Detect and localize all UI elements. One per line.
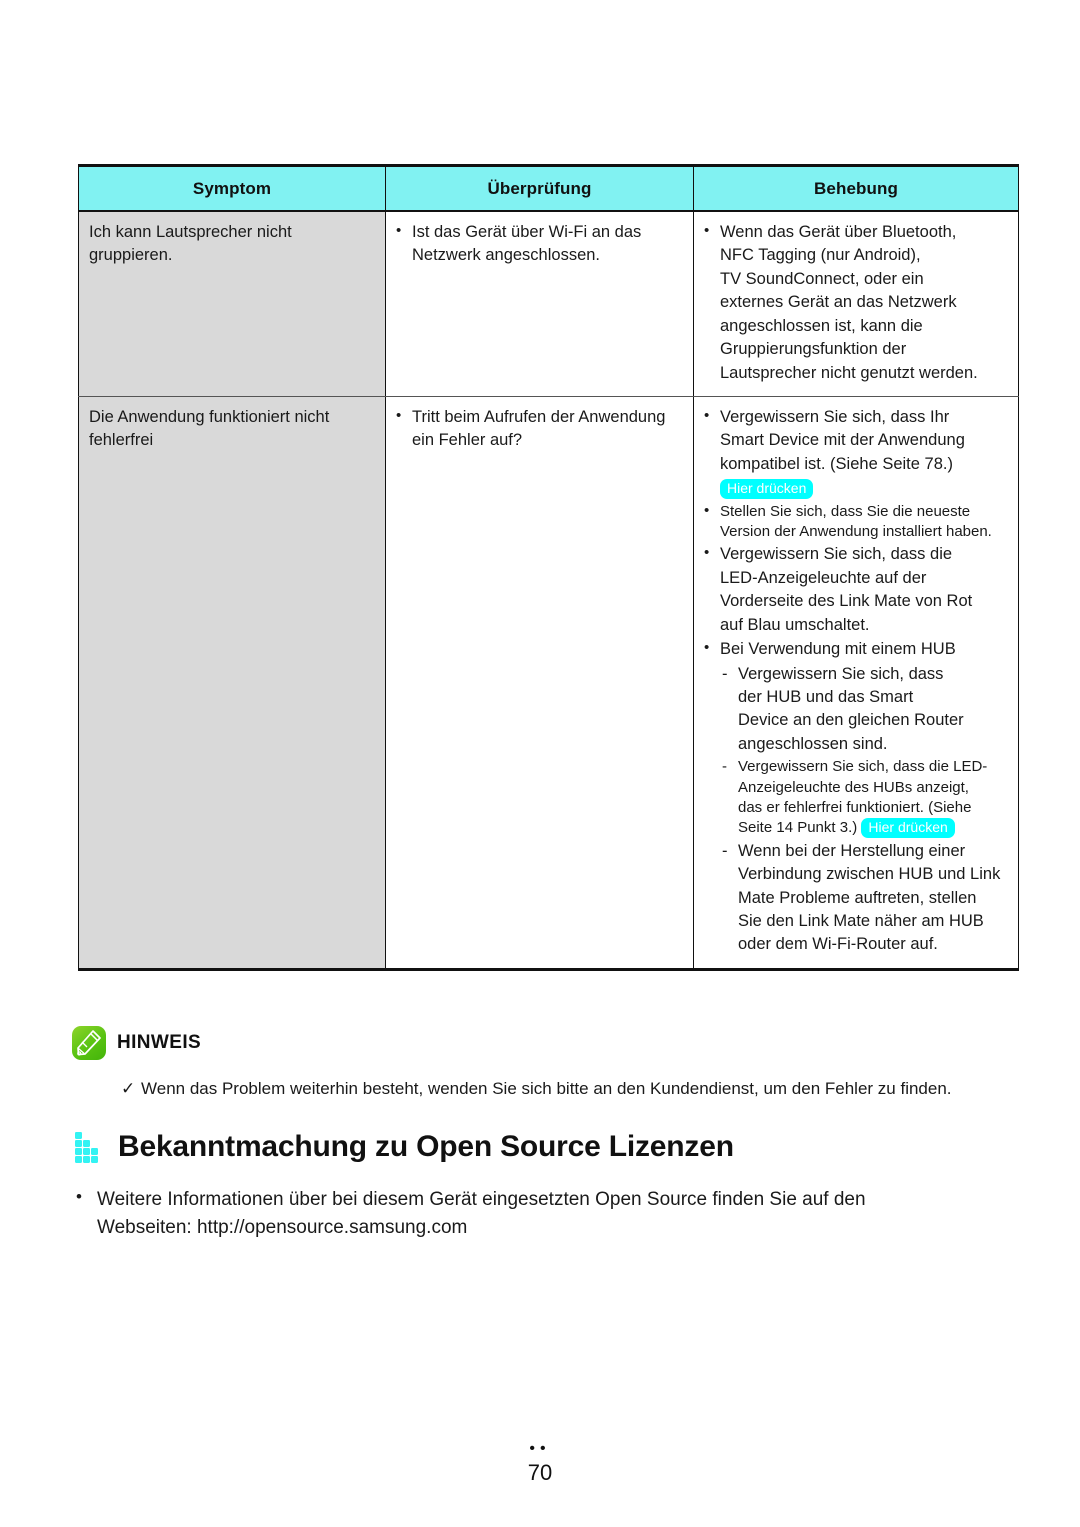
symptom-line: gruppieren. [89,246,173,265]
open-source-section: Bekanntmachung zu Open Source Lizenzen •… [74,1130,1024,1241]
column-header-fix: Behebung [693,164,1019,212]
page-number: 70 [527,1460,553,1485]
text-line: Wenn bei der Herstellung einer [738,841,966,860]
list-item: Wenn bei der Herstellung einer Verbindun… [720,840,1010,957]
symptom-line: fehlerfrei [89,431,154,450]
bullet-icon: • [76,1187,82,1206]
note-title: HINWEIS [117,1032,202,1053]
text-line: Bei Verwendung mit einem HUB [720,640,956,659]
list-item: Vergewissern Sie sich, dass Ihr Smart De… [704,405,1010,501]
text-line: Webseiten: http://opensource.samsung.com [97,1216,468,1238]
list-item: Tritt beim Aufrufen der Anwendung ein Fe… [396,405,685,453]
cell-check: Ist das Gerät über Wi-Fi an das Netzwerk… [385,211,694,397]
page-footer: •• 70 [0,1440,1080,1486]
cell-symptom: Ich kann Lautsprecher nicht gruppieren. [78,211,386,397]
list-item: Ist das Gerät über Wi-Fi an das Netzwerk… [396,220,685,268]
text-line: TV SoundConnect, oder ein [720,269,924,288]
text-line: Mate Probleme auftreten, stellen [738,888,977,907]
text-line: Lautsprecher nicht genutzt werden. [720,363,978,382]
page-title: Bekanntmachung zu Open Source Lizenzen [118,1130,734,1163]
cell-fix: Vergewissern Sie sich, dass Ihr Smart De… [693,396,1019,971]
text-line: Wenn das Gerät über Bluetooth, [720,223,957,241]
text-line: ein Fehler auf? [412,431,523,450]
text-line: Tritt beim Aufrufen der Anwendung [412,407,666,426]
text-line: Vergewissern Sie sich, dass Ihr [720,407,950,426]
list-item: Vergewissern Sie sich, dass die LED- Anz… [720,757,1010,839]
list-item: Bei Verwendung mit einem HUB Vergewisser… [704,637,1010,957]
text-line: das er fehlerfrei funktioniert. (Siehe [738,799,972,816]
cell-check: Tritt beim Aufrufen der Anwendung ein Fe… [385,396,694,971]
text-line: Anzeigeleuchte des HUBs anzeigt, [738,778,969,796]
text-line: auf Blau umschaltet. [720,615,870,634]
text-line: Verbindung zwischen HUB und Link [738,865,1001,884]
list-item: Vergewissern Sie sich, dass der HUB und … [720,663,1010,757]
symptom-line: Ich kann Lautsprecher nicht [89,223,292,241]
note-header: HINWEIS [72,1026,1018,1060]
text-line: der HUB und das Smart [738,687,914,706]
footer-dots-icon: •• [529,1440,551,1457]
troubleshooting-table-wrapper: Symptom Überprüfung Behebung Ich kann La… [78,164,1019,971]
section-body: • Weitere Informationen über bei diesem … [74,1186,1024,1241]
fix-bullet-list: Vergewissern Sie sich, dass Ihr Smart De… [704,405,1010,957]
page-canvas: Symptom Überprüfung Behebung Ich kann La… [0,0,1080,1527]
text-line: Netzwerk angeschlossen. [412,246,601,265]
text-line: Version der Anwendung installiert haben. [720,523,992,541]
list-item: Vergewissern Sie sich, dass die LED-Anze… [704,542,1010,637]
badge-line: Hier drücken [720,477,1010,500]
sub-dash-list: Vergewissern Sie sich, dass der HUB und … [720,663,1010,957]
table-row: Ich kann Lautsprecher nicht gruppieren. … [78,211,1019,397]
text-line: Seite 14 Punkt 3.) [738,819,858,837]
text-line: NFC Tagging (nur Android), [720,246,921,265]
pencil-note-icon [72,1026,106,1060]
checkmark-icon: ✓ [121,1079,136,1098]
text-line-with-badge: Seite 14 Punkt 3.) Hier drücken [738,818,1010,839]
text-line: Weitere Informationen über bei diesem Ge… [97,1189,866,1210]
text-line: kompatibel ist. (Siehe Seite 78.) [720,454,953,473]
section-header: Bekanntmachung zu Open Source Lizenzen [74,1130,1024,1164]
text-line: Vergewissern Sie sich, dass [738,664,944,683]
list-item: Stellen Sie sich, dass Sie die neueste V… [704,501,1010,543]
note-body: ✓ Wenn das Problem weiterhin besteht, wen… [72,1077,1018,1101]
hier-druecken-button[interactable]: Hier drücken [720,479,814,500]
cell-fix: Wenn das Gerät über Bluetooth, NFC Taggi… [693,211,1019,397]
text-line: Gruppierungsfunktion der [720,340,907,359]
note-block: HINWEIS ✓ Wenn das Problem weiterhin best… [72,1026,1018,1101]
table-header-row: Symptom Überprüfung Behebung [78,164,1019,212]
symptom-line: Die Anwendung funktioniert nicht [89,407,330,426]
text-line: Sie den Link Mate näher am HUB [738,912,984,931]
fix-bullet-list: Wenn das Gerät über Bluetooth, NFC Taggi… [704,220,1010,385]
text-line: Stellen Sie sich, dass Sie die neueste [720,502,971,520]
text-line: Smart Device mit der Anwendung [720,431,965,450]
column-header-check: Überprüfung [385,164,694,212]
text-line: oder dem Wi-Fi-Router auf. [738,935,938,954]
text-line: Vergewissern Sie sich, dass die LED- [738,758,988,776]
check-bullet-list: Ist das Gerät über Wi-Fi an das Netzwerk… [396,220,685,268]
text-line: angeschlossen sind. [738,734,888,753]
note-text: Wenn das Problem weiterhin besteht, wend… [141,1079,952,1098]
troubleshooting-table: Symptom Überprüfung Behebung Ich kann La… [78,164,1019,971]
table-row: Die Anwendung funktioniert nicht fehlerf… [78,396,1019,971]
text-line: Vorderseite des Link Mate von Rot [720,592,973,611]
hier-druecken-button[interactable]: Hier drücken [861,818,955,839]
text-line: Device an den gleichen Router [738,711,964,730]
text-line: externes Gerät an das Netzwerk [720,293,957,312]
text-line: Vergewissern Sie sich, dass die [720,545,953,564]
cell-symptom: Die Anwendung funktioniert nicht fehlerf… [78,396,386,971]
check-bullet-list: Tritt beim Aufrufen der Anwendung ein Fe… [396,405,685,453]
text-line: LED-Anzeigeleuchte auf der [720,568,927,587]
text-line: angeschlossen ist, kann die [720,316,923,335]
text-line: Ist das Gerät über Wi-Fi an das [412,223,642,241]
cyan-pixel-stairs-icon [74,1130,104,1164]
column-header-symptom: Symptom [78,164,386,212]
list-item: Wenn das Gerät über Bluetooth, NFC Taggi… [704,220,1010,385]
